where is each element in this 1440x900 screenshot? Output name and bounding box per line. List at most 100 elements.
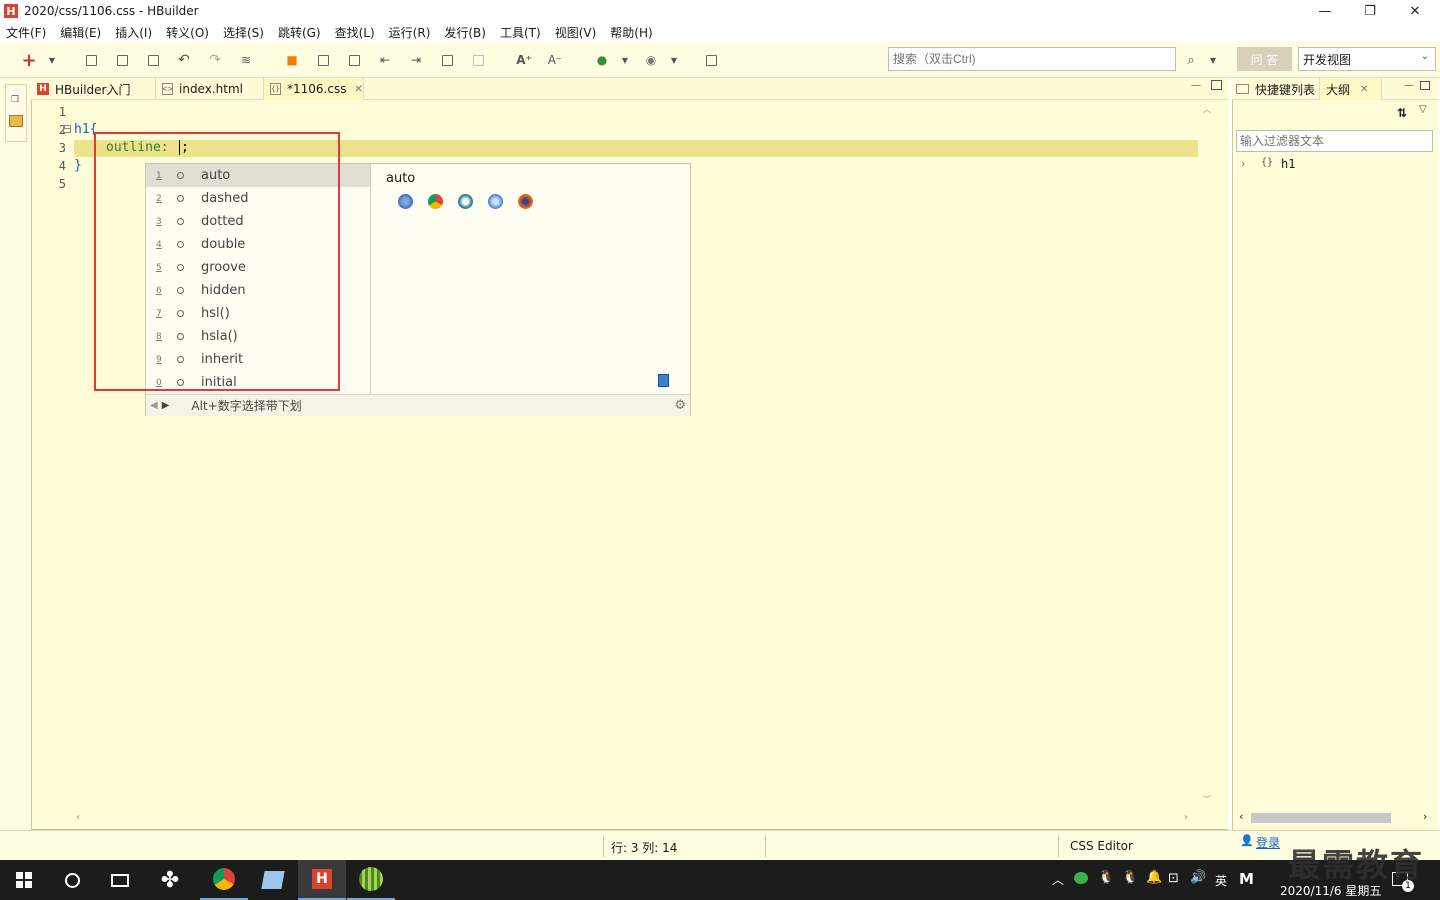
close-tab-icon[interactable]: ✕ [1360,84,1368,95]
melon-app-icon[interactable] [347,860,395,900]
scroll-thumb[interactable] [1251,813,1391,823]
autocomplete-item[interactable]: 4 double [146,233,370,256]
scroll-right-icon[interactable]: › [1184,812,1188,823]
minimize-editor-icon[interactable]: — [1191,80,1201,91]
menu-goto[interactable]: 跳转(G) [278,24,321,41]
chevron-right-icon[interactable]: › [1241,157,1245,170]
uncomment-icon[interactable] [470,52,486,68]
fold-icon[interactable]: − [63,125,71,133]
hbuilder-taskbar-icon[interactable]: H [298,860,346,900]
notification-bell-icon[interactable]: 🔔 [1146,870,1162,885]
notepad-taskbar-icon[interactable] [249,860,297,900]
info-icon[interactable] [703,52,719,68]
maximize-button[interactable]: ❐ [1347,0,1393,22]
search-input[interactable] [888,47,1176,71]
sort-icon[interactable]: ⇅ [1397,106,1407,120]
scroll-left-icon[interactable]: ‹ [76,812,80,823]
prev-arrow-icon[interactable]: ◀ [150,400,158,411]
save-all-icon[interactable] [114,52,130,68]
save-icon[interactable] [83,52,99,68]
menu-help[interactable]: 帮助(H) [610,24,652,41]
browser-dropdown-icon[interactable]: ▼ [666,52,682,68]
menu-run[interactable]: 运行(R) [389,24,431,41]
view-select[interactable]: 开发视图 ⌄ [1298,47,1436,71]
redo-icon[interactable]: ↷ [207,52,223,68]
maximize-editor-icon[interactable] [1211,80,1222,90]
run-icon[interactable]: ● [594,52,610,68]
close-button[interactable]: ✕ [1392,0,1438,22]
autocomplete-item[interactable]: 3 dotted [146,210,370,233]
m-app-icon[interactable]: M [1239,870,1254,888]
autocomplete-item[interactable]: 2 dashed [146,187,370,210]
search-dropdown-icon[interactable]: ▼ [1205,52,1221,68]
prev-bookmark-icon[interactable] [315,52,331,68]
autocomplete-item[interactable]: 6 hidden [146,279,370,302]
menu-tools[interactable]: 工具(T) [500,24,541,41]
close-tab-icon[interactable]: ✕ [354,84,362,95]
bookmark-icon[interactable]: ■ [284,52,300,68]
network-icon[interactable]: ⊡ [1168,871,1179,886]
autocomplete-item[interactable]: 8 hsla() [146,325,370,348]
scroll-up-icon[interactable]: ︿ [1203,104,1211,115]
panel-horizontal-scrollbar[interactable]: ‹ › [1237,810,1433,826]
new-dropdown-icon[interactable]: ▼ [44,52,60,68]
ime-indicator[interactable]: 英 [1215,872,1227,889]
task-view-icon[interactable] [96,860,144,900]
windows-start-icon[interactable] [0,860,48,900]
menu-escape[interactable]: 转义(O) [166,24,209,41]
run-dropdown-icon[interactable]: ▼ [617,52,633,68]
menu-find[interactable]: 查找(L) [335,24,375,41]
panel-menu-icon[interactable]: ▽ [1419,104,1427,115]
vertical-scrollbar[interactable]: ︿ ﹀ [1199,100,1215,815]
autocomplete-item[interactable]: 5 groove [146,256,370,279]
outline-filter-input[interactable] [1236,130,1433,152]
tab-hbuilder-intro[interactable]: H HBuilder入门 [31,78,156,100]
tab-1106-css[interactable]: {} *1106.css ✕ [264,78,364,100]
autocomplete-item[interactable]: 9 inherit [146,348,370,371]
font-increase-icon[interactable]: A⁺ [516,52,532,68]
new-file-icon[interactable]: + [21,50,37,71]
autocomplete-item[interactable]: 1 auto [146,164,370,187]
menu-file[interactable]: 文件(F) [6,24,46,41]
indent-left-icon[interactable]: ⇤ [377,52,393,68]
chrome-taskbar-icon[interactable] [200,860,248,900]
gear-icon[interactable]: ⚙ [674,398,686,413]
menu-select[interactable]: 选择(S) [223,24,264,41]
restore-icon[interactable]: ❐ [11,95,19,105]
pinwheel-app-icon[interactable]: ✤ [146,860,194,900]
undo-icon[interactable]: ↶ [176,52,192,68]
search-icon[interactable]: ⌕ [1183,52,1199,68]
menu-insert[interactable]: 插入(I) [115,24,152,41]
volume-icon[interactable]: 🔊 [1190,870,1206,885]
indent-right-icon[interactable]: ⇥ [408,52,424,68]
tab-outline[interactable]: 大纲 ✕ [1320,78,1382,100]
qa-button[interactable]: 问 答 [1237,47,1292,71]
qq-penguin-icon[interactable]: 🐧 [1098,870,1114,885]
help-doc-icon[interactable] [658,374,669,387]
outline-item-h1[interactable]: h1 [1281,157,1295,171]
minimize-button[interactable]: — [1302,0,1348,22]
next-arrow-icon[interactable]: ▶ [162,400,170,411]
next-bookmark-icon[interactable] [346,52,362,68]
wechat-icon[interactable] [1074,872,1088,884]
menu-publish[interactable]: 发行(B) [444,24,486,41]
scroll-right-icon[interactable]: › [1423,810,1427,823]
menu-view[interactable]: 视图(V) [555,24,597,41]
minimize-panel-icon[interactable]: — [1404,80,1414,91]
browser-preview-icon[interactable]: ◉ [643,52,659,68]
format-icon[interactable]: ≋ [238,52,254,68]
search-circle-icon[interactable] [48,860,96,900]
font-decrease-icon[interactable]: A⁻ [547,52,563,68]
project-folder-icon[interactable] [9,115,23,127]
revert-icon[interactable] [145,52,161,68]
autocomplete-item[interactable]: 0 initial [146,371,370,394]
login-link[interactable]: 登录 [1256,834,1280,851]
tab-index-html[interactable]: <> index.html [156,78,264,100]
maximize-panel-icon[interactable] [1420,81,1430,90]
menu-edit[interactable]: 编辑(E) [60,24,101,41]
qq-penguin-icon[interactable]: 🐧 [1122,870,1138,885]
scroll-down-icon[interactable]: ﹀ [1203,794,1211,805]
tab-shortcuts[interactable]: 快捷键列表 [1232,78,1320,100]
comment-icon[interactable] [439,52,455,68]
scroll-left-icon[interactable]: ‹ [1239,810,1243,823]
